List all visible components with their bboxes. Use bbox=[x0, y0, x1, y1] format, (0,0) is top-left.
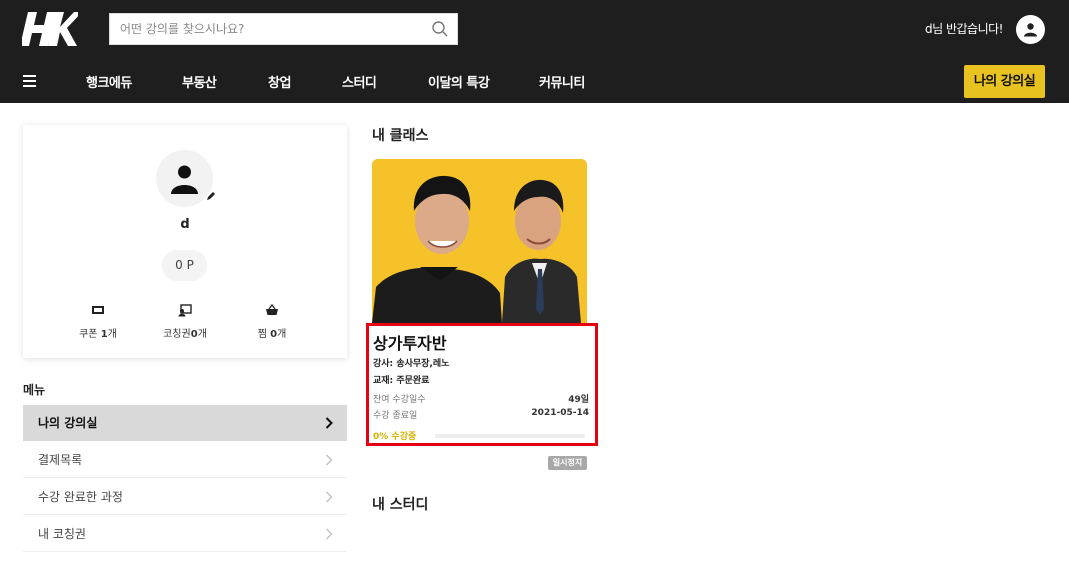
nav-startup[interactable]: 창업 bbox=[268, 72, 291, 91]
chevron-right-icon bbox=[325, 417, 333, 429]
top-header: d님 반갑습니다! bbox=[0, 0, 1069, 58]
profile-name: d bbox=[180, 217, 190, 232]
chevron-right-icon bbox=[325, 528, 333, 540]
progress-bar bbox=[435, 434, 585, 438]
search-box bbox=[109, 13, 458, 45]
course-thumbnail[interactable] bbox=[372, 159, 587, 323]
progress-text: 0% 수강중 bbox=[373, 432, 417, 442]
edit-pencil-icon[interactable] bbox=[206, 191, 216, 201]
coupon-label: 쿠폰 bbox=[79, 329, 98, 340]
menu-item-my-classroom[interactable]: 나의 강의실 bbox=[23, 405, 347, 441]
menu-title: 메뉴 bbox=[23, 383, 46, 397]
my-study-title: 내 스터디 bbox=[372, 497, 429, 513]
remaining-days-value: 49일 bbox=[568, 395, 589, 405]
user-avatar-button[interactable] bbox=[1016, 15, 1045, 44]
search-icon[interactable] bbox=[431, 20, 449, 38]
main-nav: 행크에듀 부동산 창업 스터디 이달의 특강 커뮤니티 나의 강의실 bbox=[0, 58, 1069, 103]
end-date-row: 수강 종료일 2021-05-14 bbox=[373, 408, 589, 421]
course-instructor: 강사: 송사무장,레노 bbox=[373, 356, 449, 369]
profile-avatar[interactable] bbox=[156, 150, 216, 207]
greeting-text: d님 반갑습니다! bbox=[925, 22, 1003, 36]
chevron-right-icon bbox=[325, 454, 333, 466]
menu-item-label: 내 코칭권 bbox=[38, 527, 86, 541]
points-badge: 0 P bbox=[162, 250, 207, 281]
remaining-days-row: 잔여 수강일수 49일 bbox=[373, 392, 589, 405]
chevron-right-icon bbox=[325, 491, 333, 503]
end-date-label: 수강 종료일 bbox=[373, 411, 418, 421]
coupon-icon bbox=[92, 306, 104, 314]
nav-hankedu[interactable]: 행크에듀 bbox=[86, 72, 132, 91]
person-icon bbox=[171, 165, 198, 194]
coaching-label: 코칭권 bbox=[163, 329, 191, 340]
textbook-value: 주문완료 bbox=[396, 376, 430, 386]
pause-button[interactable]: 일시정지 bbox=[548, 456, 587, 470]
my-classroom-button[interactable]: 나의 강의실 bbox=[964, 65, 1045, 98]
menu-item-label: 수강 완료한 과정 bbox=[38, 490, 123, 504]
menu-item-label: 나의 강의실 bbox=[38, 416, 98, 430]
instructor-label: 강사: bbox=[373, 359, 394, 369]
course-info-highlight: 상가투자반 강사: 송사무장,레노 교재: 주문완료 잔여 수강일수 49일 수… bbox=[366, 323, 598, 446]
wishlist-unit: 개 bbox=[277, 329, 287, 340]
menu-item-payments[interactable]: 결제목록 bbox=[23, 442, 347, 478]
menu-item-coaching-tickets[interactable]: 내 코칭권 bbox=[23, 516, 347, 552]
remaining-days-label: 잔여 수강일수 bbox=[373, 395, 426, 405]
coupon-count: 1 bbox=[100, 329, 108, 340]
basket-icon bbox=[266, 303, 278, 315]
hamburger-menu-icon[interactable] bbox=[23, 75, 36, 87]
user-icon bbox=[1024, 23, 1037, 37]
course-card[interactable]: 상가투자반 강사: 송사무장,레노 교재: 주문완료 잔여 수강일수 49일 수… bbox=[366, 159, 598, 449]
wishlist-label: 찜 bbox=[257, 329, 267, 340]
search-input[interactable] bbox=[110, 14, 420, 44]
nav-community[interactable]: 커뮤니티 bbox=[539, 72, 585, 91]
coaching-stat[interactable]: 코칭권0개 bbox=[145, 303, 225, 340]
course-title[interactable]: 상가투자반 bbox=[373, 330, 447, 354]
textbook-label: 교재: bbox=[373, 376, 394, 386]
coupon-unit: 개 bbox=[107, 329, 117, 340]
nav-study[interactable]: 스터디 bbox=[342, 72, 377, 91]
coupon-stat[interactable]: 쿠폰 1개 bbox=[58, 303, 138, 340]
instructor-value: 송사무장,레노 bbox=[396, 359, 450, 369]
menu-item-completed-courses[interactable]: 수강 완료한 과정 bbox=[23, 479, 347, 515]
nav-monthly-lecture[interactable]: 이달의 특강 bbox=[428, 72, 490, 91]
end-date-value: 2021-05-14 bbox=[531, 408, 589, 418]
my-class-title: 내 클래스 bbox=[372, 128, 429, 144]
nav-real-estate[interactable]: 부동산 bbox=[182, 72, 217, 91]
course-textbook: 교재: 주문완료 bbox=[373, 373, 429, 386]
menu-item-label: 결제목록 bbox=[38, 453, 83, 467]
coaching-count: 0 bbox=[190, 329, 198, 340]
wishlist-stat[interactable]: 찜 0개 bbox=[232, 303, 312, 340]
hk-logo[interactable] bbox=[20, 10, 82, 48]
profile-card: d 0 P 쿠폰 1개 코칭권0개 찜 0개 bbox=[23, 125, 347, 358]
coaching-icon bbox=[178, 304, 192, 317]
coaching-unit: 개 bbox=[197, 329, 207, 340]
